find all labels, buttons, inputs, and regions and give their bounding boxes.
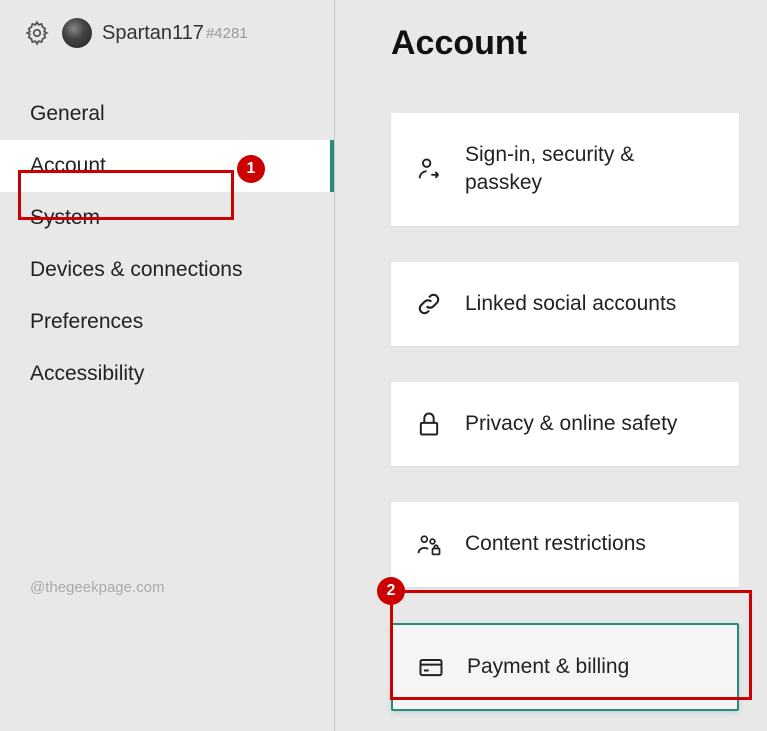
sidebar-item-system[interactable]: System	[0, 192, 334, 244]
person-arrow-icon	[415, 155, 443, 183]
sidebar-item-account[interactable]: Account	[0, 140, 334, 192]
card-linked-social[interactable]: Linked social accounts	[391, 262, 739, 346]
sidebar-item-devices[interactable]: Devices & connections	[0, 244, 334, 296]
sidebar: Spartan117 #4281 General Account System …	[0, 0, 335, 731]
sidebar-item-general[interactable]: General	[0, 88, 334, 140]
card-label: Payment & billing	[467, 653, 629, 681]
user-header: Spartan117 #4281	[0, 18, 334, 88]
card-payment-billing[interactable]: Payment & billing	[391, 623, 739, 711]
annotation-marker-2: 2	[377, 577, 405, 605]
card-label: Linked social accounts	[465, 290, 676, 318]
card-label: Content restrictions	[465, 530, 646, 558]
card-privacy[interactable]: Privacy & online safety	[391, 382, 739, 466]
card-content-restrictions[interactable]: Content restrictions	[391, 502, 739, 586]
watermark: @thegeekpage.com	[30, 579, 164, 596]
avatar[interactable]	[62, 18, 92, 48]
gear-icon[interactable]	[24, 20, 50, 46]
sidebar-item-label: Preferences	[30, 310, 143, 333]
annotation-marker-1: 1	[237, 155, 265, 183]
card-signin-security[interactable]: Sign-in, security & passkey	[391, 113, 739, 226]
sidebar-item-accessibility[interactable]: Accessibility	[0, 348, 334, 400]
lock-icon	[415, 410, 443, 438]
link-icon	[415, 290, 443, 318]
sidebar-item-label: System	[30, 206, 100, 229]
card-label: Sign-in, security & passkey	[465, 141, 715, 198]
card-label: Privacy & online safety	[465, 410, 677, 438]
page-title: Account	[391, 24, 739, 63]
nav-list: General Account System Devices & connect…	[0, 88, 334, 400]
people-lock-icon	[415, 531, 443, 559]
sidebar-item-preferences[interactable]: Preferences	[0, 296, 334, 348]
sidebar-item-label: General	[30, 102, 105, 125]
sidebar-item-label: Accessibility	[30, 362, 144, 385]
sidebar-item-label: Devices & connections	[30, 258, 242, 281]
main-content: Account Sign-in, security & passkey Link…	[335, 0, 767, 731]
username: Spartan117	[102, 22, 204, 45]
sidebar-item-label: Account	[30, 154, 106, 177]
card-icon	[417, 653, 445, 681]
user-tag: #4281	[206, 25, 248, 42]
